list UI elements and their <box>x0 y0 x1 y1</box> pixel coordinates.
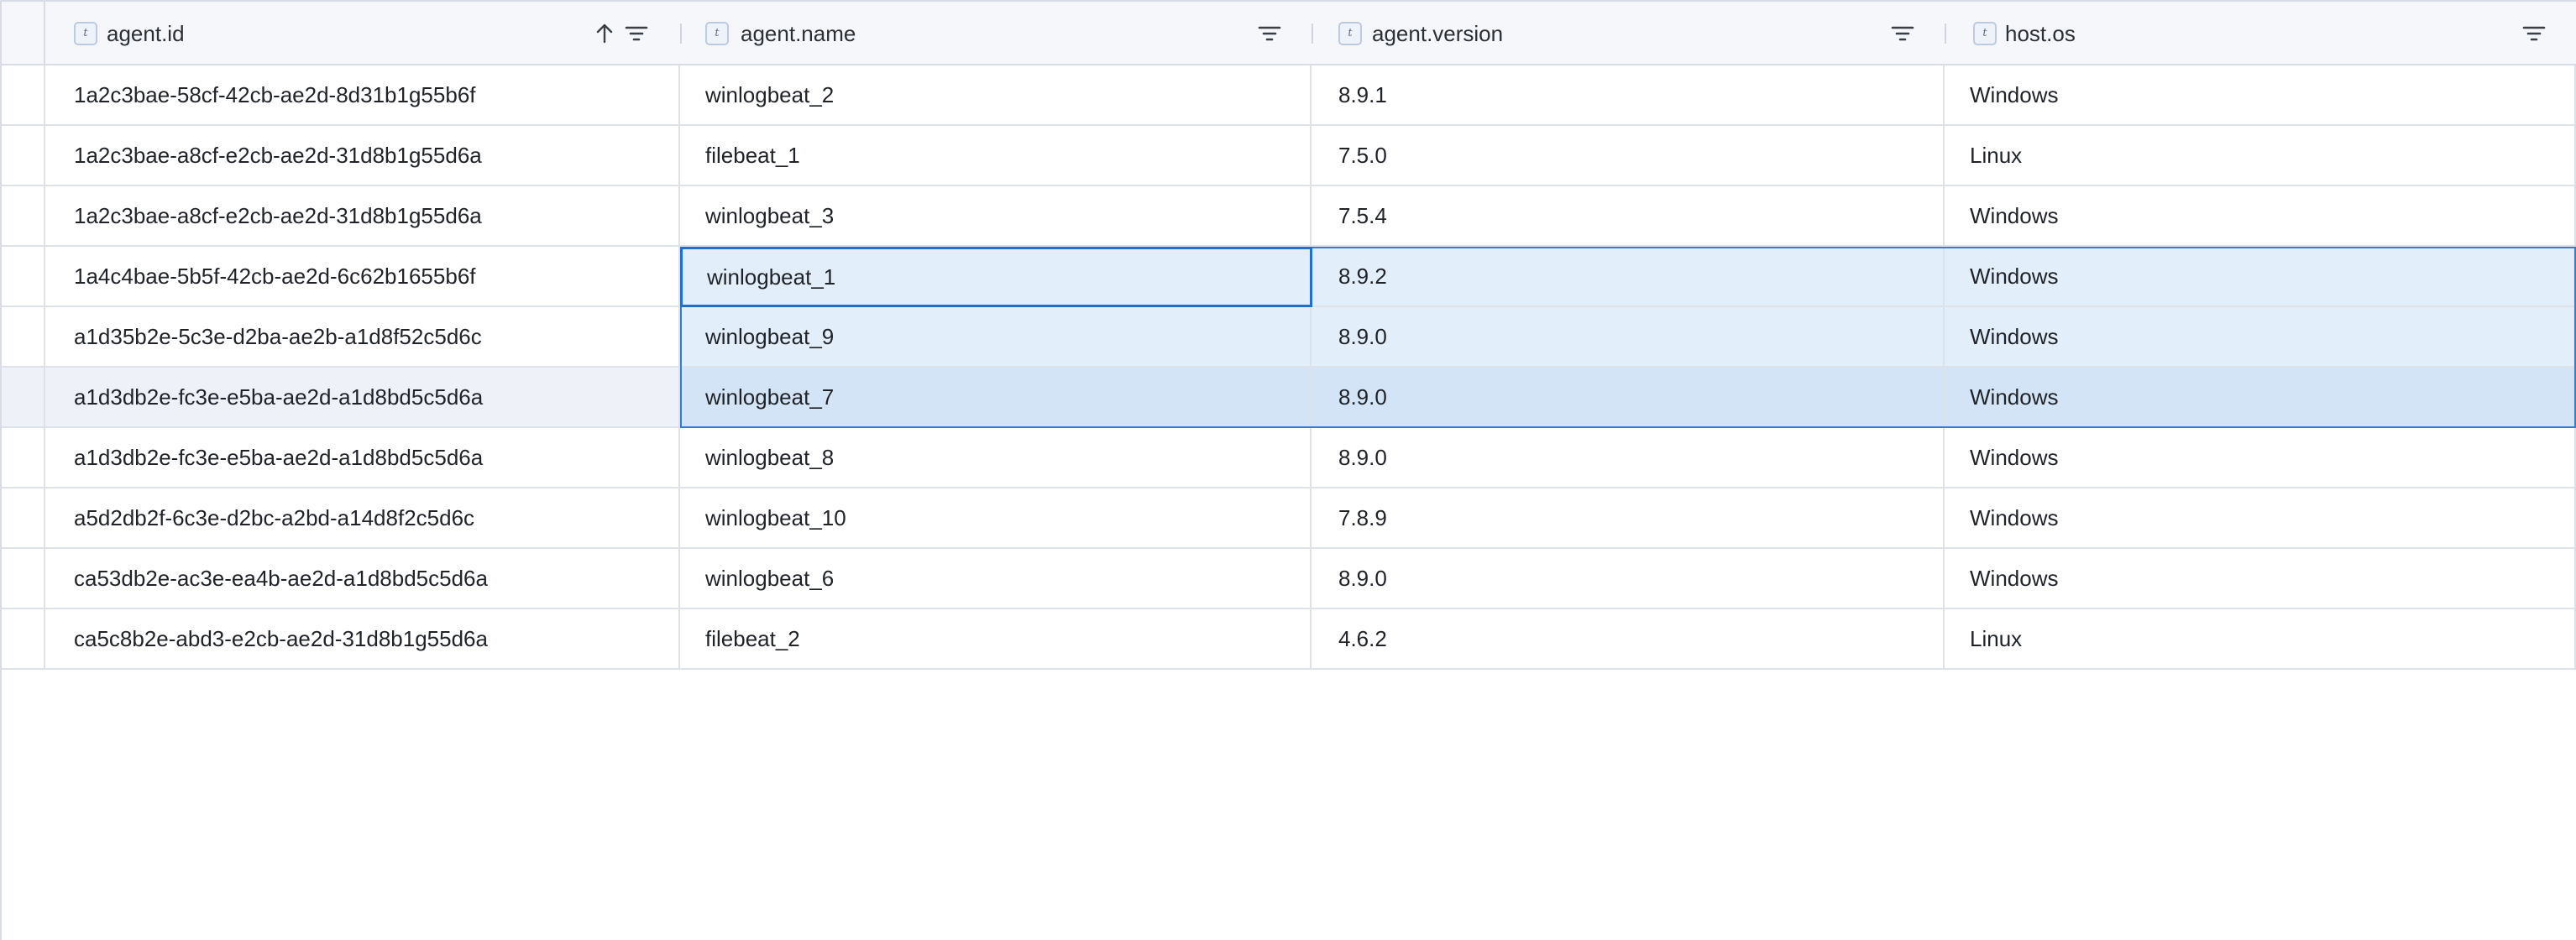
cell-host-os[interactable]: Windows <box>1945 549 2576 608</box>
row-gutter[interactable] <box>2 549 45 608</box>
cell-agent-name-active[interactable]: winlogbeat_1 <box>680 247 1312 306</box>
cell-agent-version[interactable]: 7.8.9 <box>1312 488 1945 547</box>
cell-agent-version[interactable]: 4.6.2 <box>1312 609 1945 668</box>
cell-agent-name[interactable]: winlogbeat_9 <box>680 307 1312 366</box>
cell-host-os[interactable]: Windows <box>1945 488 2576 547</box>
cell-agent-id[interactable]: 1a2c3bae-a8cf-e2cb-ae2d-31d8b1g55d6a <box>45 186 680 245</box>
row-gutter[interactable] <box>2 126 45 185</box>
row-gutter[interactable] <box>2 247 45 306</box>
row-gutter[interactable] <box>2 186 45 245</box>
text-type-icon: t <box>74 22 97 45</box>
cell-host-os[interactable]: Windows <box>1945 65 2576 124</box>
cell-agent-name[interactable]: winlogbeat_3 <box>680 186 1312 245</box>
cell-host-os[interactable]: Windows <box>1945 428 2576 487</box>
cell-agent-id[interactable]: a1d35b2e-5c3e-d2ba-ae2b-a1d8f52c5d6c <box>45 307 680 366</box>
grid-header: t agent.id t agent.name t agent.version <box>2 2 2576 65</box>
row-gutter[interactable] <box>2 65 45 124</box>
table-row[interactable]: ca5c8b2e-abd3-e2cb-ae2d-31d8b1g55d6a fil… <box>2 609 2576 670</box>
cell-agent-name[interactable]: filebeat_2 <box>680 609 1312 668</box>
column-header-agent-name[interactable]: t agent.name <box>680 2 1313 64</box>
table-row[interactable]: 1a2c3bae-a8cf-e2cb-ae2d-31d8b1g55d6a win… <box>2 186 2576 247</box>
column-header-agent-id[interactable]: t agent.id <box>45 2 682 64</box>
cell-agent-id[interactable]: ca5c8b2e-abd3-e2cb-ae2d-31d8b1g55d6a <box>45 609 680 668</box>
row-gutter[interactable] <box>2 307 45 366</box>
cell-host-os[interactable]: Linux <box>1945 609 2576 668</box>
cell-host-os[interactable]: Windows <box>1945 368 2576 426</box>
cell-agent-id[interactable]: ca53db2e-ac3e-ea4b-ae2d-a1d8bd5c5d6a <box>45 549 680 608</box>
cell-host-os[interactable]: Windows <box>1945 247 2576 306</box>
column-label: host.os <box>2005 21 2076 46</box>
cell-host-os[interactable]: Linux <box>1945 126 2576 185</box>
column-label: agent.id <box>107 21 185 46</box>
cell-agent-version[interactable]: 8.9.1 <box>1312 65 1945 124</box>
table-row[interactable]: 1a2c3bae-a8cf-e2cb-ae2d-31d8b1g55d6a fil… <box>2 126 2576 186</box>
data-grid: t agent.id t agent.name t agent.version <box>0 0 2576 940</box>
cell-agent-version[interactable]: 8.9.0 <box>1312 307 1945 366</box>
cell-agent-version[interactable]: 8.9.0 <box>1312 428 1945 487</box>
cell-agent-version[interactable]: 8.9.2 <box>1312 247 1945 306</box>
cell-agent-version[interactable]: 7.5.0 <box>1312 126 1945 185</box>
text-type-icon: t <box>1338 22 1362 45</box>
row-gutter[interactable] <box>2 609 45 668</box>
cell-agent-id[interactable]: 1a2c3bae-58cf-42cb-ae2d-8d31b1g55b6f <box>45 65 680 124</box>
column-label: agent.version <box>1372 21 1504 46</box>
cell-agent-version[interactable]: 7.5.4 <box>1312 186 1945 245</box>
table-row-selected[interactable]: a1d3db2e-fc3e-e5ba-ae2d-a1d8bd5c5d6a win… <box>2 368 2576 428</box>
cell-host-os[interactable]: Windows <box>1945 307 2576 366</box>
filter-icon[interactable] <box>623 20 650 47</box>
table-row-selected[interactable]: 1a4c4bae-5b5f-42cb-ae2d-6c62b1655b6f win… <box>2 247 2576 307</box>
row-gutter[interactable] <box>2 488 45 547</box>
cell-agent-name[interactable]: filebeat_1 <box>680 126 1312 185</box>
cell-agent-id[interactable]: a5d2db2f-6c3e-d2bc-a2bd-a14d8f2c5d6c <box>45 488 680 547</box>
column-label: agent.name <box>741 21 856 46</box>
table-row[interactable]: a1d3db2e-fc3e-e5ba-ae2d-a1d8bd5c5d6a win… <box>2 428 2576 488</box>
cell-agent-id[interactable]: a1d3db2e-fc3e-e5ba-ae2d-a1d8bd5c5d6a <box>45 428 680 487</box>
cell-agent-name[interactable]: winlogbeat_7 <box>680 368 1312 426</box>
cell-agent-name[interactable]: winlogbeat_2 <box>680 65 1312 124</box>
cell-agent-id[interactable]: 1a4c4bae-5b5f-42cb-ae2d-6c62b1655b6f <box>45 247 680 306</box>
column-header-agent-version[interactable]: t agent.version <box>1312 2 1946 64</box>
cell-agent-name[interactable]: winlogbeat_6 <box>680 549 1312 608</box>
filter-icon[interactable] <box>1256 20 1283 47</box>
header-gutter <box>2 2 45 64</box>
cell-agent-version[interactable]: 8.9.0 <box>1312 549 1945 608</box>
cell-agent-id[interactable]: 1a2c3bae-a8cf-e2cb-ae2d-31d8b1g55d6a <box>45 126 680 185</box>
cell-agent-id[interactable]: a1d3db2e-fc3e-e5ba-ae2d-a1d8bd5c5d6a <box>45 368 680 426</box>
table-row[interactable]: a5d2db2f-6c3e-d2bc-a2bd-a14d8f2c5d6c win… <box>2 488 2576 549</box>
filter-icon[interactable] <box>2521 20 2547 47</box>
column-header-host-os[interactable]: t host.os <box>1945 2 2576 64</box>
arrow-up-icon[interactable] <box>591 20 618 47</box>
cell-agent-version[interactable]: 8.9.0 <box>1312 368 1945 426</box>
row-gutter[interactable] <box>2 428 45 487</box>
cell-host-os[interactable]: Windows <box>1945 186 2576 245</box>
table-row-selected[interactable]: a1d35b2e-5c3e-d2ba-ae2b-a1d8f52c5d6c win… <box>2 307 2576 368</box>
row-gutter[interactable] <box>2 368 45 426</box>
cell-agent-name[interactable]: winlogbeat_10 <box>680 488 1312 547</box>
filter-icon[interactable] <box>1889 20 1916 47</box>
text-type-icon: t <box>705 22 729 45</box>
text-type-icon: t <box>1973 22 1997 45</box>
cell-agent-name[interactable]: winlogbeat_8 <box>680 428 1312 487</box>
table-row[interactable]: ca53db2e-ac3e-ea4b-ae2d-a1d8bd5c5d6a win… <box>2 549 2576 609</box>
table-row[interactable]: 1a2c3bae-58cf-42cb-ae2d-8d31b1g55b6f win… <box>2 65 2576 126</box>
